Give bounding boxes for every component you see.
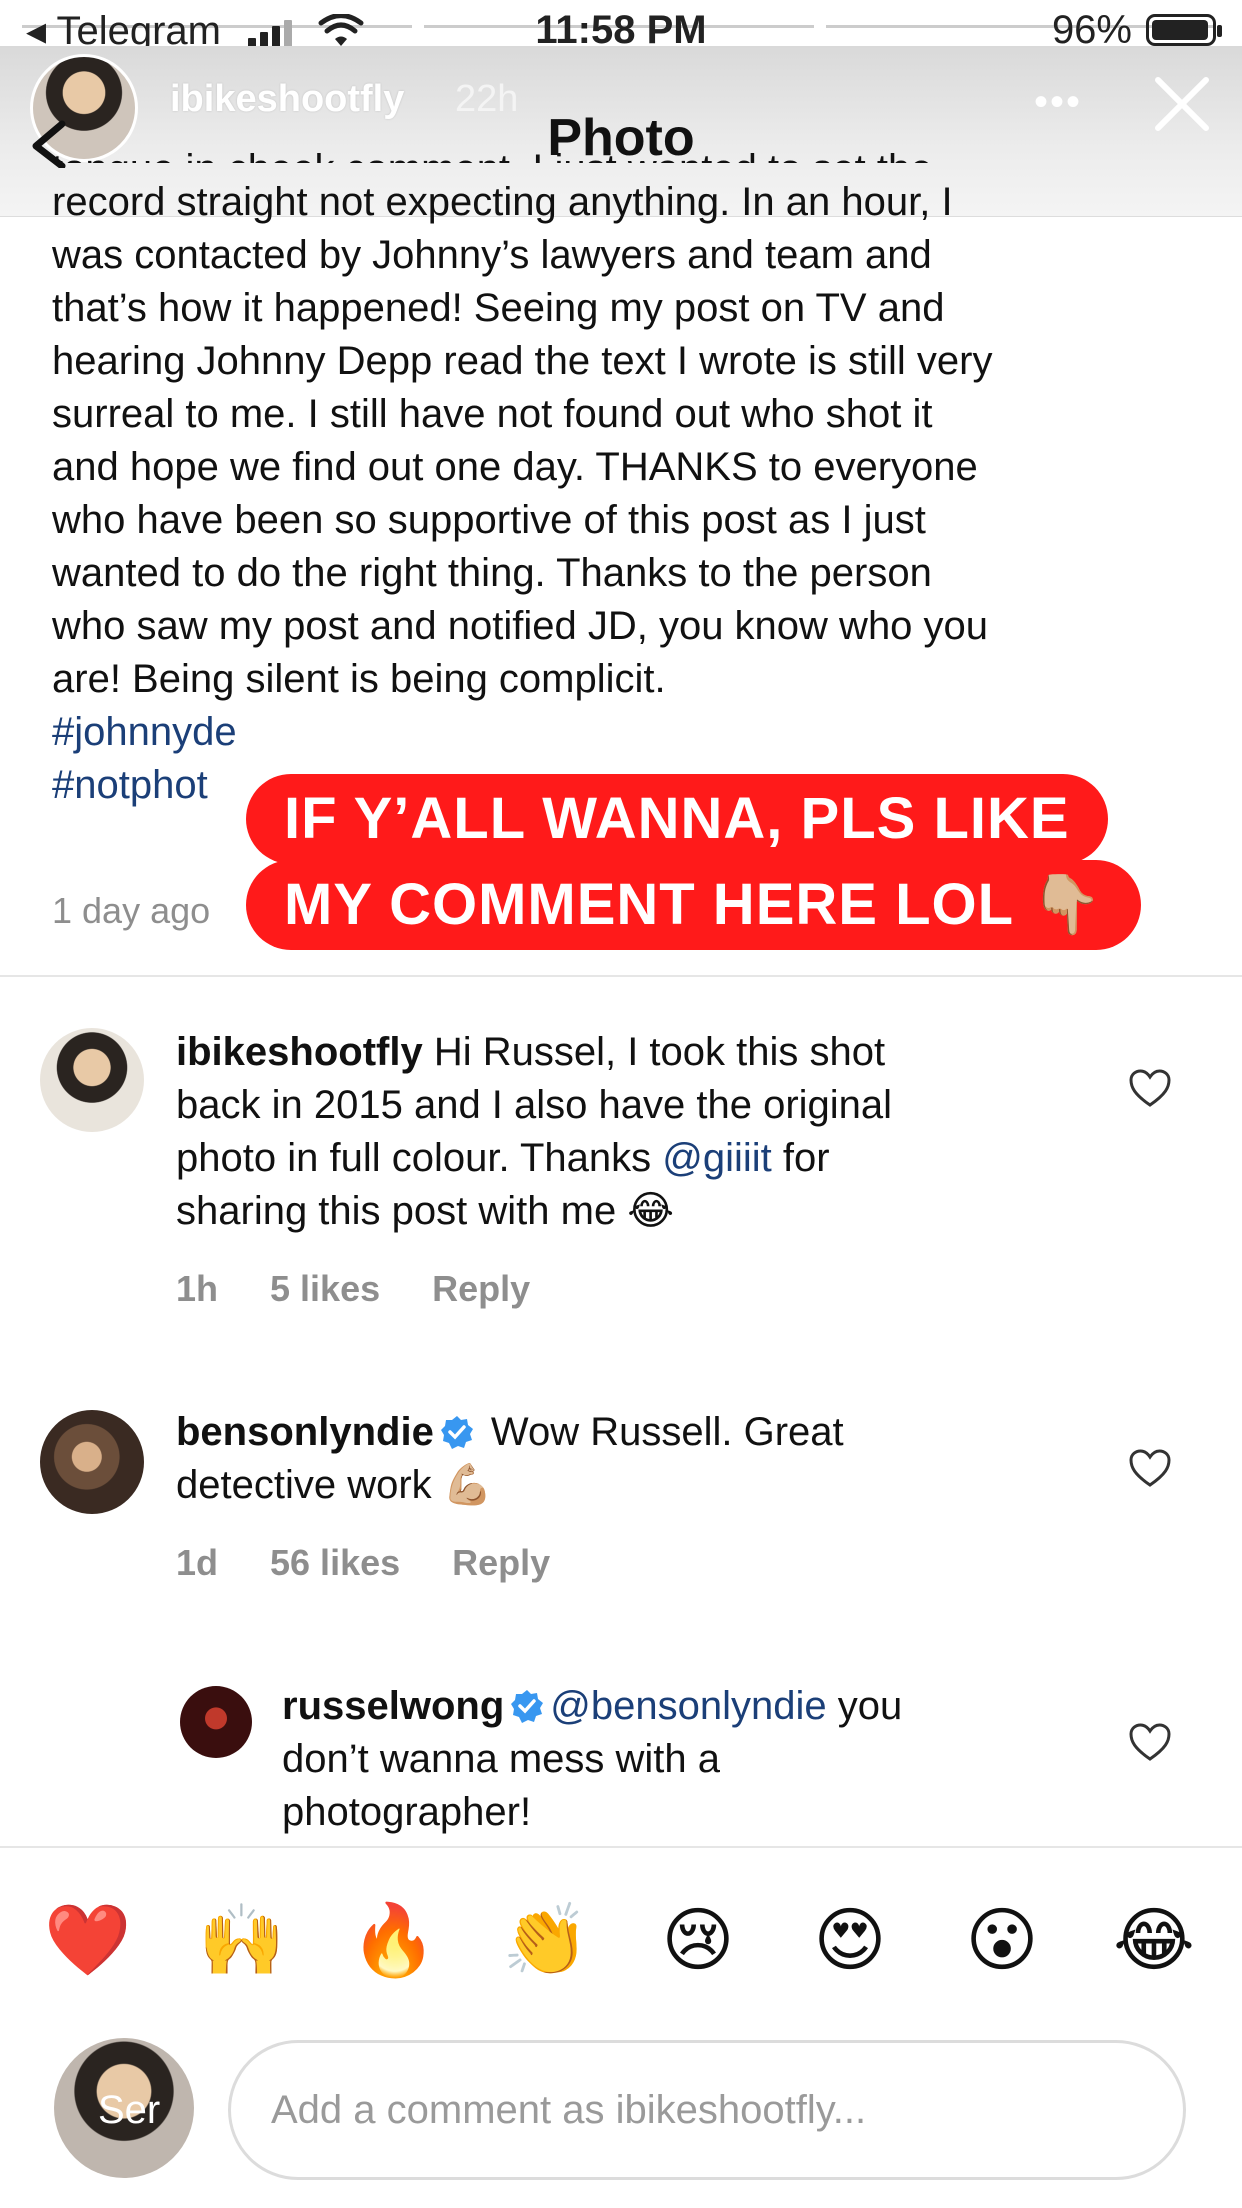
caption-line: are! Being silent is being complicit.	[52, 657, 666, 701]
send-label[interactable]: Ser	[98, 2088, 160, 2133]
like-comment-heart-icon[interactable]	[1128, 1448, 1172, 1488]
verified-badge-icon	[511, 1690, 544, 1723]
mention-link[interactable]: @giiiit	[662, 1136, 772, 1180]
comment-text: photographer!	[282, 1790, 532, 1834]
like-comment-heart-icon[interactable]	[1128, 1722, 1172, 1762]
caption-line: wanted to do the right thing. Thanks to …	[52, 551, 932, 595]
caption-line: who have been so supportive of this post…	[52, 498, 926, 542]
caption-line: who saw my post and notified JD, you kno…	[52, 604, 989, 648]
comment-time: 1h	[176, 1268, 219, 1309]
clapping-emoji-button[interactable]: 👏	[496, 1895, 596, 1985]
comment-text: Hi Russel, I took this shot	[422, 1030, 886, 1074]
comment-likes[interactable]: 56 likes	[270, 1542, 400, 1583]
raised-hands-emoji-button[interactable]: 🙌	[192, 1895, 292, 1985]
caption-timestamp: 1 day ago	[52, 890, 211, 931]
comment-text: Wow Russell. Great	[479, 1410, 844, 1454]
commenter-avatar[interactable]	[40, 1410, 144, 1514]
comment-meta: 1h 5 likes Reply	[176, 1268, 582, 1310]
hashtag-link[interactable]: #johnnyde	[52, 706, 1212, 759]
commenter-avatar[interactable]	[40, 1028, 144, 1132]
comment-text: back in 2015 and I also have the origina…	[176, 1083, 893, 1127]
comment-reply: russelwong @bensonlyndie you don’t wanna …	[282, 1680, 1082, 1839]
caption-line: and hope we find out one day. THANKS to …	[52, 445, 978, 489]
heart-emoji-button[interactable]: ❤️	[38, 1895, 138, 1985]
comment-text: photo in full colour. Thanks	[176, 1136, 663, 1180]
fire-emoji-button[interactable]: 🔥	[344, 1895, 444, 1985]
caption-line: hearing Johnny Depp read the text I wrot…	[52, 339, 993, 383]
battery-icon	[1146, 14, 1222, 46]
comment-username[interactable]: bensonlyndie	[176, 1410, 434, 1454]
battery-fill	[1152, 20, 1208, 40]
laughing-emoji-button[interactable]: 😂	[1104, 1895, 1204, 1985]
comment: ibikeshootfly Hi Russel, I took this sho…	[176, 1026, 1076, 1238]
like-comment-heart-icon[interactable]	[1128, 1068, 1172, 1108]
heart-eyes-emoji-button[interactable]: 😍	[800, 1895, 900, 1985]
mention-link[interactable]: @bensonlyndie	[550, 1684, 826, 1728]
comment-text: sharing this post with me 😂	[176, 1189, 675, 1233]
post-caption: tongue in cheek comment. I just wanted t…	[52, 147, 1212, 812]
comment-username[interactable]: ibikeshootfly	[176, 1030, 423, 1074]
sticker-line: MY COMMENT HERE LOL 👇🏼	[246, 860, 1142, 950]
caption-line: record straight not expecting anything. …	[52, 180, 953, 224]
comment-text: detective work 💪🏼	[176, 1463, 493, 1507]
comment-meta: 1d 56 likes Reply	[176, 1542, 602, 1584]
reply-button[interactable]: Reply	[432, 1268, 530, 1309]
caption-line: surreal to me. I still have not found ou…	[52, 392, 933, 436]
comment-likes[interactable]: 5 likes	[270, 1268, 380, 1309]
commenter-avatar[interactable]	[180, 1686, 252, 1758]
verified-badge-icon	[440, 1416, 473, 1449]
caption-line: was contacted by Johnny’s lawyers and te…	[52, 233, 932, 277]
sticker-line: IF Y’ALL WANNA, PLS LIKE	[246, 774, 1108, 864]
comment: bensonlyndie Wow Russell. Great detectiv…	[176, 1406, 1076, 1512]
comment-time: 1d	[176, 1542, 219, 1583]
caption-line: that’s how it happened! Seeing my post o…	[52, 286, 945, 330]
divider	[0, 1846, 1242, 1848]
comment-text: for	[771, 1136, 830, 1180]
surprised-emoji-button[interactable]: 😮	[952, 1895, 1052, 1985]
comment-text: you	[826, 1684, 903, 1728]
crying-emoji-button[interactable]: 😢	[648, 1895, 748, 1985]
divider	[0, 975, 1242, 977]
comment-input[interactable]	[228, 2040, 1186, 2180]
reply-button[interactable]: Reply	[452, 1542, 550, 1583]
story-text-sticker: IF Y’ALL WANNA, PLS LIKE MY COMMENT HERE…	[246, 774, 1146, 974]
comment-username[interactable]: russelwong	[282, 1684, 504, 1728]
comment-text: don’t wanna mess with a	[282, 1737, 721, 1781]
caption-cut-line: tongue in cheek comment. I just wanted t…	[52, 143, 933, 163]
quick-emoji-bar: ❤️ 🙌 🔥 👏 😢 😍 😮 😂	[0, 1895, 1242, 1985]
